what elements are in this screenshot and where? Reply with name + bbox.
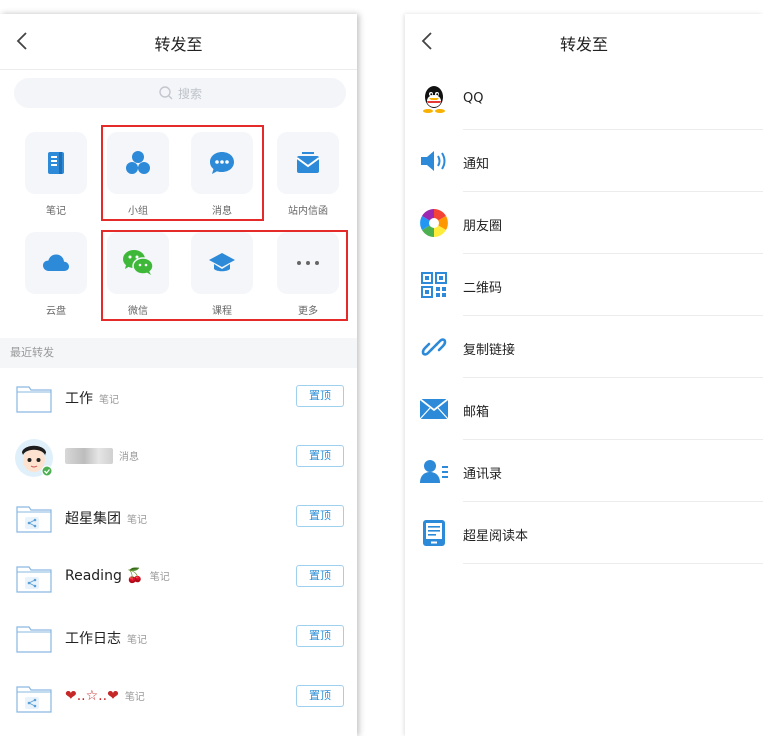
- recent-item-type: 笔记: [127, 635, 147, 646]
- share-option-reader[interactable]: 超星阅读本: [405, 502, 763, 564]
- avatar: [15, 439, 53, 477]
- share-option-label: 复制链接: [463, 343, 516, 358]
- recent-item-name: 工作日志: [65, 631, 121, 647]
- recent-item-type: 笔记: [127, 515, 147, 526]
- recent-item-type: 消息: [119, 452, 139, 463]
- tile-note-label: 笔记: [46, 206, 66, 217]
- blurred-name: [65, 448, 113, 464]
- search-placeholder: 搜索: [177, 86, 202, 101]
- pin-button[interactable]: 置顶: [296, 385, 344, 407]
- forward-to-panel-left: 转发至 搜索 笔记 小组 消息 站内信函 云盘 微信 课程 更多 最近转发 工作…: [0, 14, 357, 736]
- folder-icon: [16, 626, 52, 653]
- recent-item-name: ❤..☆..❤: [65, 688, 119, 704]
- recent-item-type: 笔记: [124, 692, 145, 703]
- pin-button[interactable]: 置顶: [296, 445, 344, 467]
- share-option-qrcode[interactable]: 二维码: [405, 254, 763, 316]
- tile-letter[interactable]: [277, 132, 339, 194]
- tile-note[interactable]: [25, 132, 87, 194]
- qq-icon: [419, 84, 449, 114]
- letter-icon: [296, 152, 320, 173]
- share-option-label: 朋友圈: [463, 219, 503, 234]
- shared-folder-icon: [16, 566, 52, 593]
- recent-item[interactable]: Reading 🍒 笔记 置顶: [0, 548, 357, 608]
- moments-icon: [419, 208, 449, 238]
- share-option-moments[interactable]: 朋友圈: [405, 192, 763, 254]
- share-option-mail[interactable]: 邮箱: [405, 378, 763, 440]
- tile-cloud[interactable]: [25, 232, 87, 294]
- share-option-copy-link[interactable]: 复制链接: [405, 316, 763, 378]
- shared-folder-icon: [16, 686, 52, 713]
- header: 转发至: [405, 14, 763, 69]
- pin-button[interactable]: 置顶: [296, 565, 344, 587]
- cloud-icon: [43, 254, 69, 271]
- reader-icon: [419, 518, 449, 548]
- share-option-label: 二维码: [463, 281, 503, 296]
- mail-icon: [419, 394, 449, 424]
- tile-letter-label: 站内信函: [288, 206, 328, 217]
- pin-button[interactable]: 置顶: [296, 685, 344, 707]
- share-option-label: 通知: [463, 157, 490, 172]
- note-icon: [48, 152, 64, 174]
- search-icon: [159, 86, 173, 100]
- qrcode-icon: [419, 270, 449, 300]
- tile-cloud-label: 云盘: [46, 306, 66, 317]
- recent-item-name: 超星集团: [65, 511, 121, 527]
- folder-icon: [16, 386, 52, 413]
- recent-item-name: 工作: [65, 391, 93, 407]
- recent-forward-header: 最近转发: [0, 338, 357, 368]
- link-icon: [419, 332, 449, 362]
- recent-item[interactable]: 工作 笔记 置顶: [0, 368, 357, 428]
- recent-item[interactable]: ❤..☆..❤ 笔记 置顶: [0, 668, 357, 728]
- share-option-contacts[interactable]: 通讯录: [405, 440, 763, 502]
- recent-item[interactable]: 消息 置顶: [0, 428, 357, 488]
- recent-item[interactable]: 超星集团 笔记 置顶: [0, 488, 357, 548]
- recent-item[interactable]: 工作日志 笔记 置顶: [0, 608, 357, 668]
- share-option-label: 通讯录: [463, 467, 503, 482]
- share-option-notice[interactable]: 通知: [405, 130, 763, 192]
- share-option-qq[interactable]: QQ: [405, 68, 763, 130]
- recent-item-type: 笔记: [149, 572, 170, 583]
- recent-item-type: 笔记: [99, 395, 119, 406]
- share-option-label: 邮箱: [463, 405, 490, 420]
- highlight-box-wechat-course-more: [101, 230, 348, 321]
- recent-item-name: Reading 🍒: [65, 568, 144, 584]
- pin-button[interactable]: 置顶: [296, 625, 344, 647]
- header: 转发至: [0, 14, 357, 70]
- contacts-icon: [419, 456, 449, 486]
- speaker-icon: [419, 146, 449, 176]
- share-option-label: QQ: [463, 91, 484, 106]
- divider: [463, 563, 763, 564]
- forward-to-panel-right: 转发至 QQ 通知 朋友圈 二维码 复制链接 邮箱 通讯录 超星阅读本: [405, 14, 763, 736]
- page-title: 转发至: [154, 35, 203, 54]
- share-option-label: 超星阅读本: [463, 529, 529, 544]
- shared-folder-icon: [16, 506, 52, 533]
- highlight-box-group-message: [101, 125, 264, 221]
- pin-button[interactable]: 置顶: [296, 505, 344, 527]
- search-input[interactable]: 搜索: [14, 78, 346, 108]
- page-title: 转发至: [559, 35, 608, 54]
